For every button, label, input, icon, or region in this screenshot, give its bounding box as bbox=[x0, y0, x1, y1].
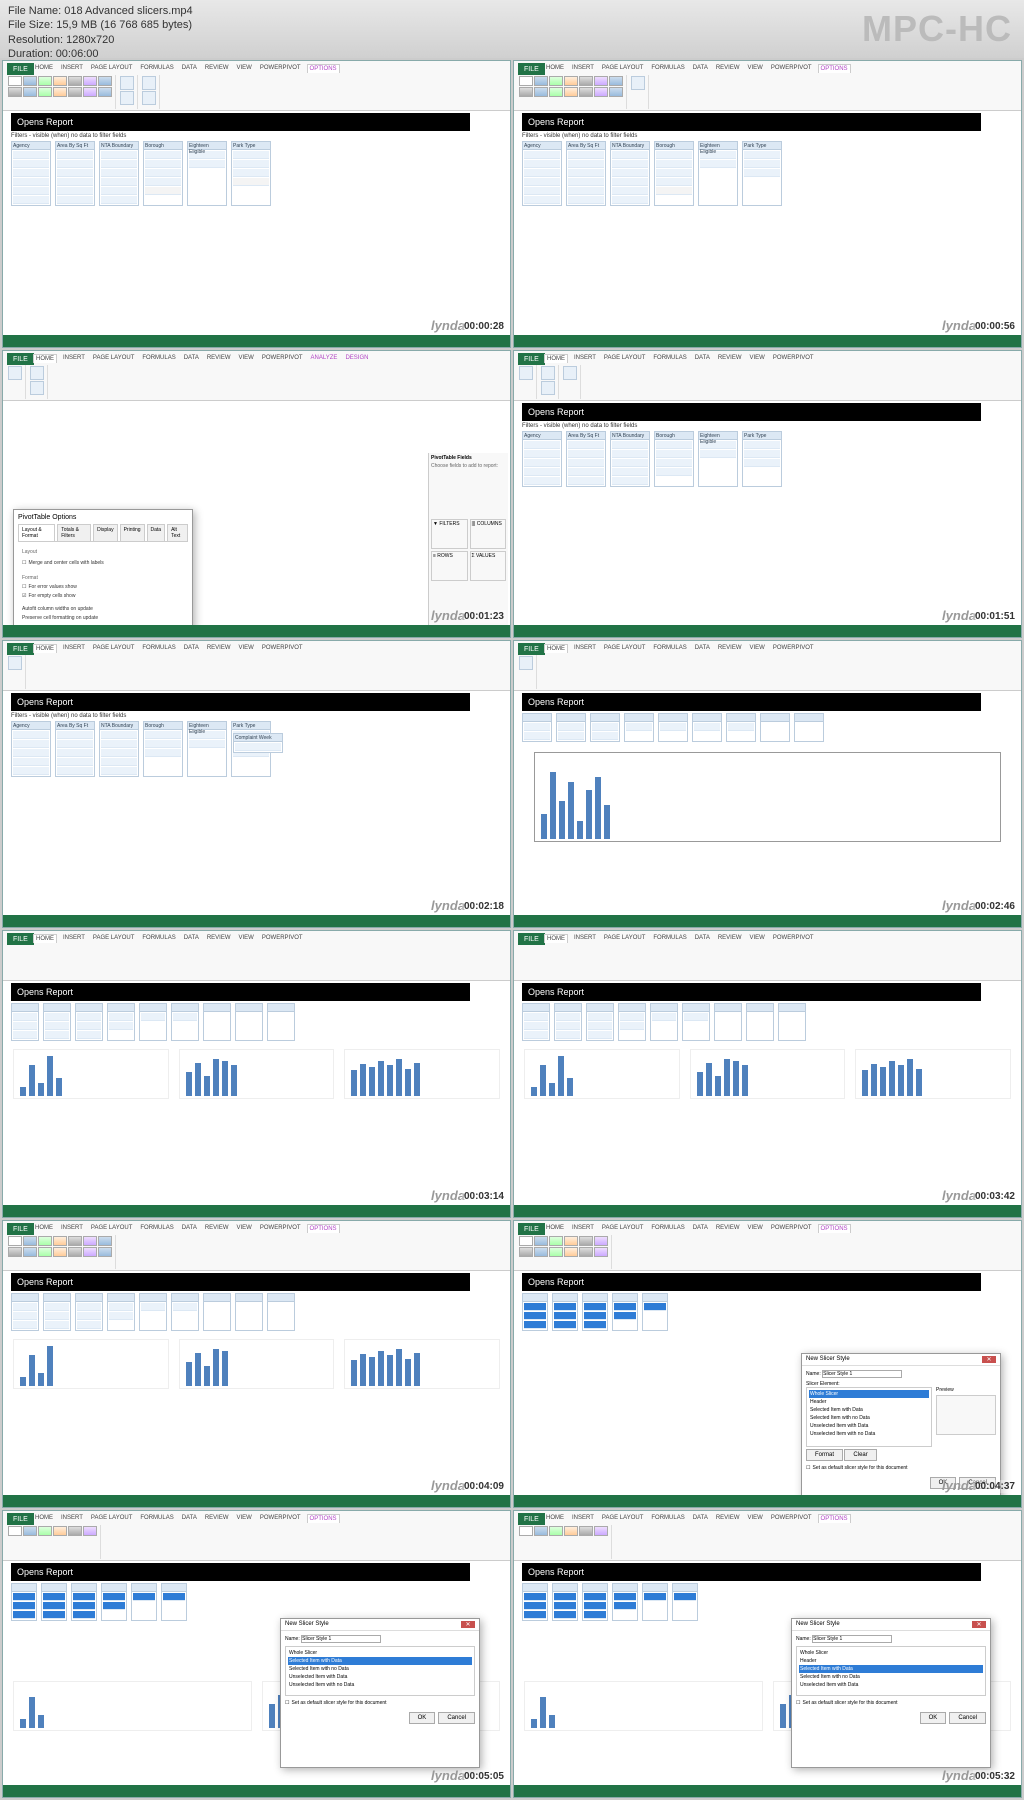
tab-review[interactable]: REVIEW bbox=[203, 64, 231, 73]
status-bar bbox=[3, 335, 510, 347]
slicer-styles-gallery[interactable] bbox=[5, 75, 116, 109]
dlg-tab-layout[interactable]: Layout & Format bbox=[18, 524, 55, 541]
report-title-bar: Opens Report bbox=[11, 113, 470, 131]
dialog-tabs: Layout & Format Totals & Filters Display… bbox=[18, 524, 188, 542]
cb-default[interactable]: ☐Set as default slicer style for this do… bbox=[806, 1465, 996, 1471]
worksheet[interactable]: Opens Report Filters - visible (when) no… bbox=[3, 113, 510, 337]
italic-icon[interactable] bbox=[30, 381, 44, 395]
thumbnail-grid: FILE HOME INSERT PAGE LAYOUT FORMULAS DA… bbox=[0, 58, 1024, 1800]
slicer-parktype[interactable]: Park Type bbox=[231, 141, 271, 206]
thumbnail-9[interactable]: FILE HOMEINSERTPAGE LAYOUTFORMULASDATARE… bbox=[2, 1220, 511, 1508]
tab-file[interactable]: FILE bbox=[7, 63, 34, 75]
thumbnail-6[interactable]: FILE HOMEINSERTPAGE LAYOUTFORMULASDATARE… bbox=[513, 640, 1022, 928]
tab-pagelayout[interactable]: PAGE LAYOUT bbox=[89, 64, 134, 73]
cb-autofit[interactable]: Autofit column widths on update bbox=[22, 605, 184, 614]
thumbnail-2[interactable]: FILE HOMEINSERTPAGE LAYOUTFORMULASDATARE… bbox=[513, 60, 1022, 348]
tab-options[interactable]: OPTIONS bbox=[307, 64, 340, 73]
slicers-row: Agency Area By Sq Ft NTA Boundary Boroug… bbox=[11, 141, 502, 206]
modify-slicer-style-dialog: New Slicer Style✕ Name: Whole Slicer Sel… bbox=[280, 1618, 480, 1768]
bold-icon[interactable] bbox=[30, 366, 44, 380]
close-icon[interactable]: ✕ bbox=[461, 1621, 475, 1628]
close-icon[interactable]: ✕ bbox=[982, 1356, 996, 1363]
tab-file[interactable]: FILE bbox=[518, 63, 545, 75]
group-icon[interactable] bbox=[142, 91, 156, 105]
slicer-agency[interactable]: Agency bbox=[11, 141, 51, 206]
thumbnail-3[interactable]: FILE HOMEINSERTPAGE LAYOUTFORMULASDATARE… bbox=[2, 350, 511, 638]
pivot-options-dialog: PivotTable Options Layout & Format Total… bbox=[13, 509, 193, 629]
slicer-area[interactable]: Area By Sq Ft bbox=[55, 141, 95, 206]
close-icon[interactable]: ✕ bbox=[972, 1621, 986, 1628]
align-icon[interactable] bbox=[142, 76, 156, 90]
style-preview bbox=[936, 1395, 996, 1435]
clear-button[interactable]: Clear bbox=[844, 1449, 876, 1461]
dlg-tab-totals[interactable]: Totals & Filters bbox=[57, 524, 91, 541]
arrange-icon[interactable] bbox=[631, 76, 645, 90]
slicer-borough[interactable]: Borough bbox=[143, 141, 183, 206]
cb-preserve[interactable]: Preserve cell formatting on update bbox=[22, 614, 184, 623]
slicer-nta[interactable]: NTA Boundary bbox=[99, 141, 139, 206]
cb-error[interactable]: ☐For error values show bbox=[22, 583, 184, 592]
cb-empty[interactable]: ☑For empty cells show bbox=[22, 592, 184, 601]
chart-1[interactable] bbox=[13, 1049, 169, 1099]
chart-2[interactable] bbox=[179, 1049, 335, 1099]
thumbnail-10[interactable]: FILE HOMEINSERTPAGE LAYOUTFORMULASDATARE… bbox=[513, 1220, 1022, 1508]
style-name-input[interactable] bbox=[822, 1370, 902, 1378]
tab-powerpivot[interactable]: POWERPIVOT bbox=[258, 64, 303, 73]
thumbnail-12[interactable]: FILE HOMEINSERTPAGE LAYOUTFORMULASDATARE… bbox=[513, 1510, 1022, 1798]
thumbnail-8[interactable]: FILE HOMEINSERTPAGE LAYOUTFORMULASDATARE… bbox=[513, 930, 1022, 1218]
dialog-title: PivotTable Options bbox=[18, 514, 188, 521]
thumbnail-7[interactable]: FILE HOMEINSERTPAGE LAYOUTFORMULASDATARE… bbox=[2, 930, 511, 1218]
file-info-header: File Name: 018 Advanced slicers.mp4 File… bbox=[0, 0, 1024, 58]
new-slicer-style-dialog-2: New Slicer Style✕ Name: Whole Slicer Hea… bbox=[791, 1618, 991, 1768]
slicer-styles-gallery[interactable] bbox=[516, 75, 627, 109]
cb-merge[interactable]: ☐Merge and center cells with labels bbox=[22, 559, 184, 568]
thumbnail-4[interactable]: FILE HOMEINSERTPAGE LAYOUTFORMULASDATARE… bbox=[513, 350, 1022, 638]
element-list[interactable]: Whole Slicer Header Selected Item with D… bbox=[806, 1387, 932, 1447]
chart-3[interactable] bbox=[344, 1049, 500, 1099]
dlg-tab-alttext[interactable]: Alt Text bbox=[167, 524, 188, 541]
timestamp: 00:00:56 bbox=[973, 320, 1017, 333]
app-logo: MPC-HC bbox=[862, 8, 1012, 50]
watermark: lynda bbox=[431, 318, 465, 333]
dlg-tab-print[interactable]: Printing bbox=[120, 524, 145, 541]
style-name-input[interactable] bbox=[301, 1635, 381, 1643]
tab-home[interactable]: HOME bbox=[33, 64, 55, 73]
tab-formulas[interactable]: FORMULAS bbox=[138, 64, 175, 73]
ribbon: FILE HOME INSERT PAGE LAYOUT FORMULAS DA… bbox=[3, 61, 510, 111]
thumbnail-1[interactable]: FILE HOME INSERT PAGE LAYOUT FORMULAS DA… bbox=[2, 60, 511, 348]
tab-view[interactable]: VIEW bbox=[235, 64, 254, 73]
send-backward-icon[interactable] bbox=[120, 91, 134, 105]
thumbnail-5[interactable]: FILE HOMEINSERTPAGE LAYOUTFORMULASDATARE… bbox=[2, 640, 511, 928]
thumbnail-11[interactable]: FILE HOMEINSERTPAGE LAYOUTFORMULASDATARE… bbox=[2, 1510, 511, 1798]
paste-icon[interactable] bbox=[8, 366, 22, 380]
style-name-input[interactable] bbox=[812, 1635, 892, 1643]
selected-chart[interactable] bbox=[534, 752, 1001, 842]
paste-icon[interactable] bbox=[519, 366, 533, 380]
tab-data[interactable]: DATA bbox=[180, 64, 199, 73]
ribbon-tabs: HOME INSERT PAGE LAYOUT FORMULAS DATA RE… bbox=[33, 64, 340, 73]
slicer-complaint-week-new[interactable]: Complaint Week bbox=[233, 733, 283, 753]
dlg-tab-data[interactable]: Data bbox=[147, 524, 166, 541]
ribbon: FILE HOMEINSERTPAGE LAYOUTFORMULASDATARE… bbox=[514, 61, 1021, 111]
dlg-tab-display[interactable]: Display bbox=[93, 524, 117, 541]
format-button[interactable]: Format bbox=[806, 1449, 843, 1461]
timestamp: 00:00:28 bbox=[462, 320, 506, 333]
filter-label: Filters - visible (when) no data to filt… bbox=[11, 133, 502, 139]
bring-forward-icon[interactable] bbox=[120, 76, 134, 90]
tab-insert[interactable]: INSERT bbox=[59, 64, 85, 73]
slicer-eighteen[interactable]: Eighteen Eligible bbox=[187, 141, 227, 206]
